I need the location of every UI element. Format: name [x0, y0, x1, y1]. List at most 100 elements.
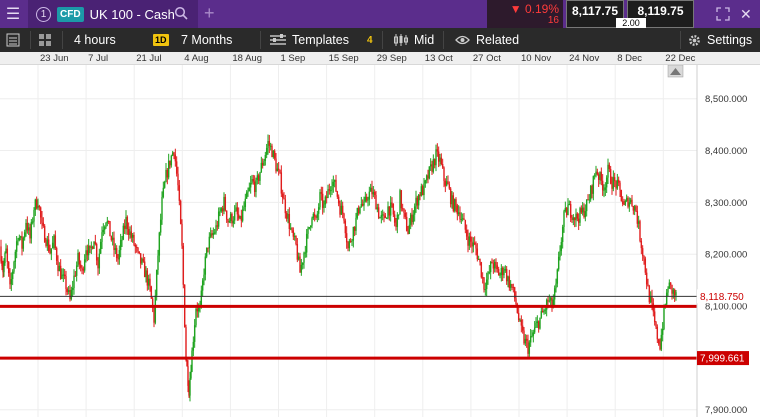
horizontal-lines[interactable]: [0, 295, 697, 360]
candle-body: [191, 350, 193, 372]
candle-body: [82, 268, 85, 271]
candle-body: [645, 272, 648, 285]
candle-body: [57, 260, 59, 272]
candle-body: [85, 250, 87, 260]
scroll-to-end-button[interactable]: [667, 65, 684, 78]
candle-body: [58, 265, 61, 272]
candle-body: [267, 140, 269, 148]
candle-body: [29, 227, 31, 239]
candle-body: [299, 256, 301, 273]
candle-body: [396, 214, 399, 227]
candle-body: [491, 262, 493, 264]
candle-body: [41, 217, 43, 223]
candle-body: [504, 268, 507, 271]
price-axis-label: 7,900.000: [705, 405, 747, 416]
candle-body: [509, 283, 512, 288]
settings-button[interactable]: Settings: [688, 28, 752, 52]
candle-body: [624, 200, 627, 205]
hamburger-menu-icon[interactable]: ☰: [0, 0, 26, 28]
candle-body: [563, 211, 565, 227]
candle-body: [90, 246, 93, 248]
candle-body: [37, 205, 39, 209]
chart-toolbar: 4 hours 1D 7 Months Templates 4 Mid Rela…: [0, 28, 760, 52]
candle-body: [14, 251, 17, 262]
close-icon[interactable]: ✕: [740, 6, 752, 23]
range-selector[interactable]: 7 Months: [181, 28, 232, 52]
candle-body: [368, 191, 371, 200]
candle-body: [61, 274, 63, 279]
candle-body: [118, 250, 121, 260]
candle-body: [131, 234, 134, 238]
candle-body: [284, 199, 287, 214]
candle-body: [424, 180, 427, 184]
candle-body: [332, 181, 335, 187]
candle-body: [102, 229, 105, 233]
candle-body: [327, 189, 329, 199]
candle-body: [304, 252, 307, 254]
candle-body: [607, 164, 609, 178]
grid-layout-button[interactable]: [38, 28, 56, 52]
search-icon[interactable]: [174, 6, 188, 20]
candle-body: [413, 206, 416, 215]
instrument-type-badge: CFD: [57, 6, 84, 22]
price-axis-label: 8,300.000: [705, 198, 747, 209]
price-type-button[interactable]: Mid: [393, 28, 434, 52]
date-axis: 23 Jun 7 Jul 21 Jul 4 Aug 18 Aug 1 Sep 15 Sep 2…: [0, 52, 760, 65]
candle-body: [213, 232, 216, 234]
candle-body: [595, 171, 597, 176]
candle-body: [328, 189, 331, 191]
candle-body: [468, 236, 471, 246]
candle-body: [612, 177, 615, 189]
add-tab-icon[interactable]: +: [204, 3, 215, 24]
candle-body: [67, 290, 70, 292]
candle-body: [173, 152, 175, 155]
candle-body: [587, 199, 589, 201]
layout-button[interactable]: [6, 28, 24, 52]
candle-body: [557, 256, 560, 270]
candle-body: [179, 200, 182, 224]
candle-body: [143, 261, 146, 278]
candle-body: [449, 188, 452, 205]
candle-body: [568, 204, 571, 206]
candle-body: [240, 215, 243, 221]
interval-selector[interactable]: 4 hours: [74, 28, 116, 52]
candle-body: [477, 259, 480, 261]
expand-icon[interactable]: [716, 7, 730, 21]
candle-type-badge[interactable]: 1D: [153, 28, 169, 52]
candle-body: [473, 242, 476, 245]
candle-body: [421, 186, 424, 196]
candle-body: [15, 241, 18, 252]
candle-body: [42, 222, 45, 226]
candle-body: [492, 263, 495, 269]
candle-body: [508, 276, 511, 288]
candle-body: [435, 149, 437, 166]
instrument-tab[interactable]: 1 CFD UK 100 - Cash: [28, 0, 198, 28]
candle-body: [365, 196, 368, 201]
candle-body: [207, 247, 209, 249]
candle-body: [488, 272, 491, 274]
candle-body: [320, 192, 323, 194]
candle-body: [178, 185, 181, 201]
candle-body: [245, 192, 248, 199]
candle-body: [400, 190, 403, 209]
candle-body: [121, 239, 123, 241]
related-button[interactable]: Related: [455, 28, 519, 52]
templates-button[interactable]: Templates: [270, 28, 349, 52]
candle-body: [349, 240, 352, 242]
candle-body: [225, 210, 228, 220]
candle-body: [339, 203, 341, 215]
candle-body: [137, 247, 139, 252]
candle-body: [276, 168, 279, 172]
candle-body: [521, 325, 524, 331]
candle-body: [457, 212, 460, 215]
candle-body: [181, 223, 183, 246]
candle-body: [500, 268, 503, 276]
candle-body: [659, 343, 661, 350]
price-chart[interactable]: 7,900.0008,000.0008,100.0008,200.0008,30…: [0, 65, 760, 417]
candle-body: [476, 248, 479, 260]
candle-body: [295, 235, 297, 245]
candle-body: [560, 241, 563, 252]
candle-body: [292, 230, 295, 237]
candle-body: [604, 187, 607, 191]
candle-body: [541, 311, 544, 313]
